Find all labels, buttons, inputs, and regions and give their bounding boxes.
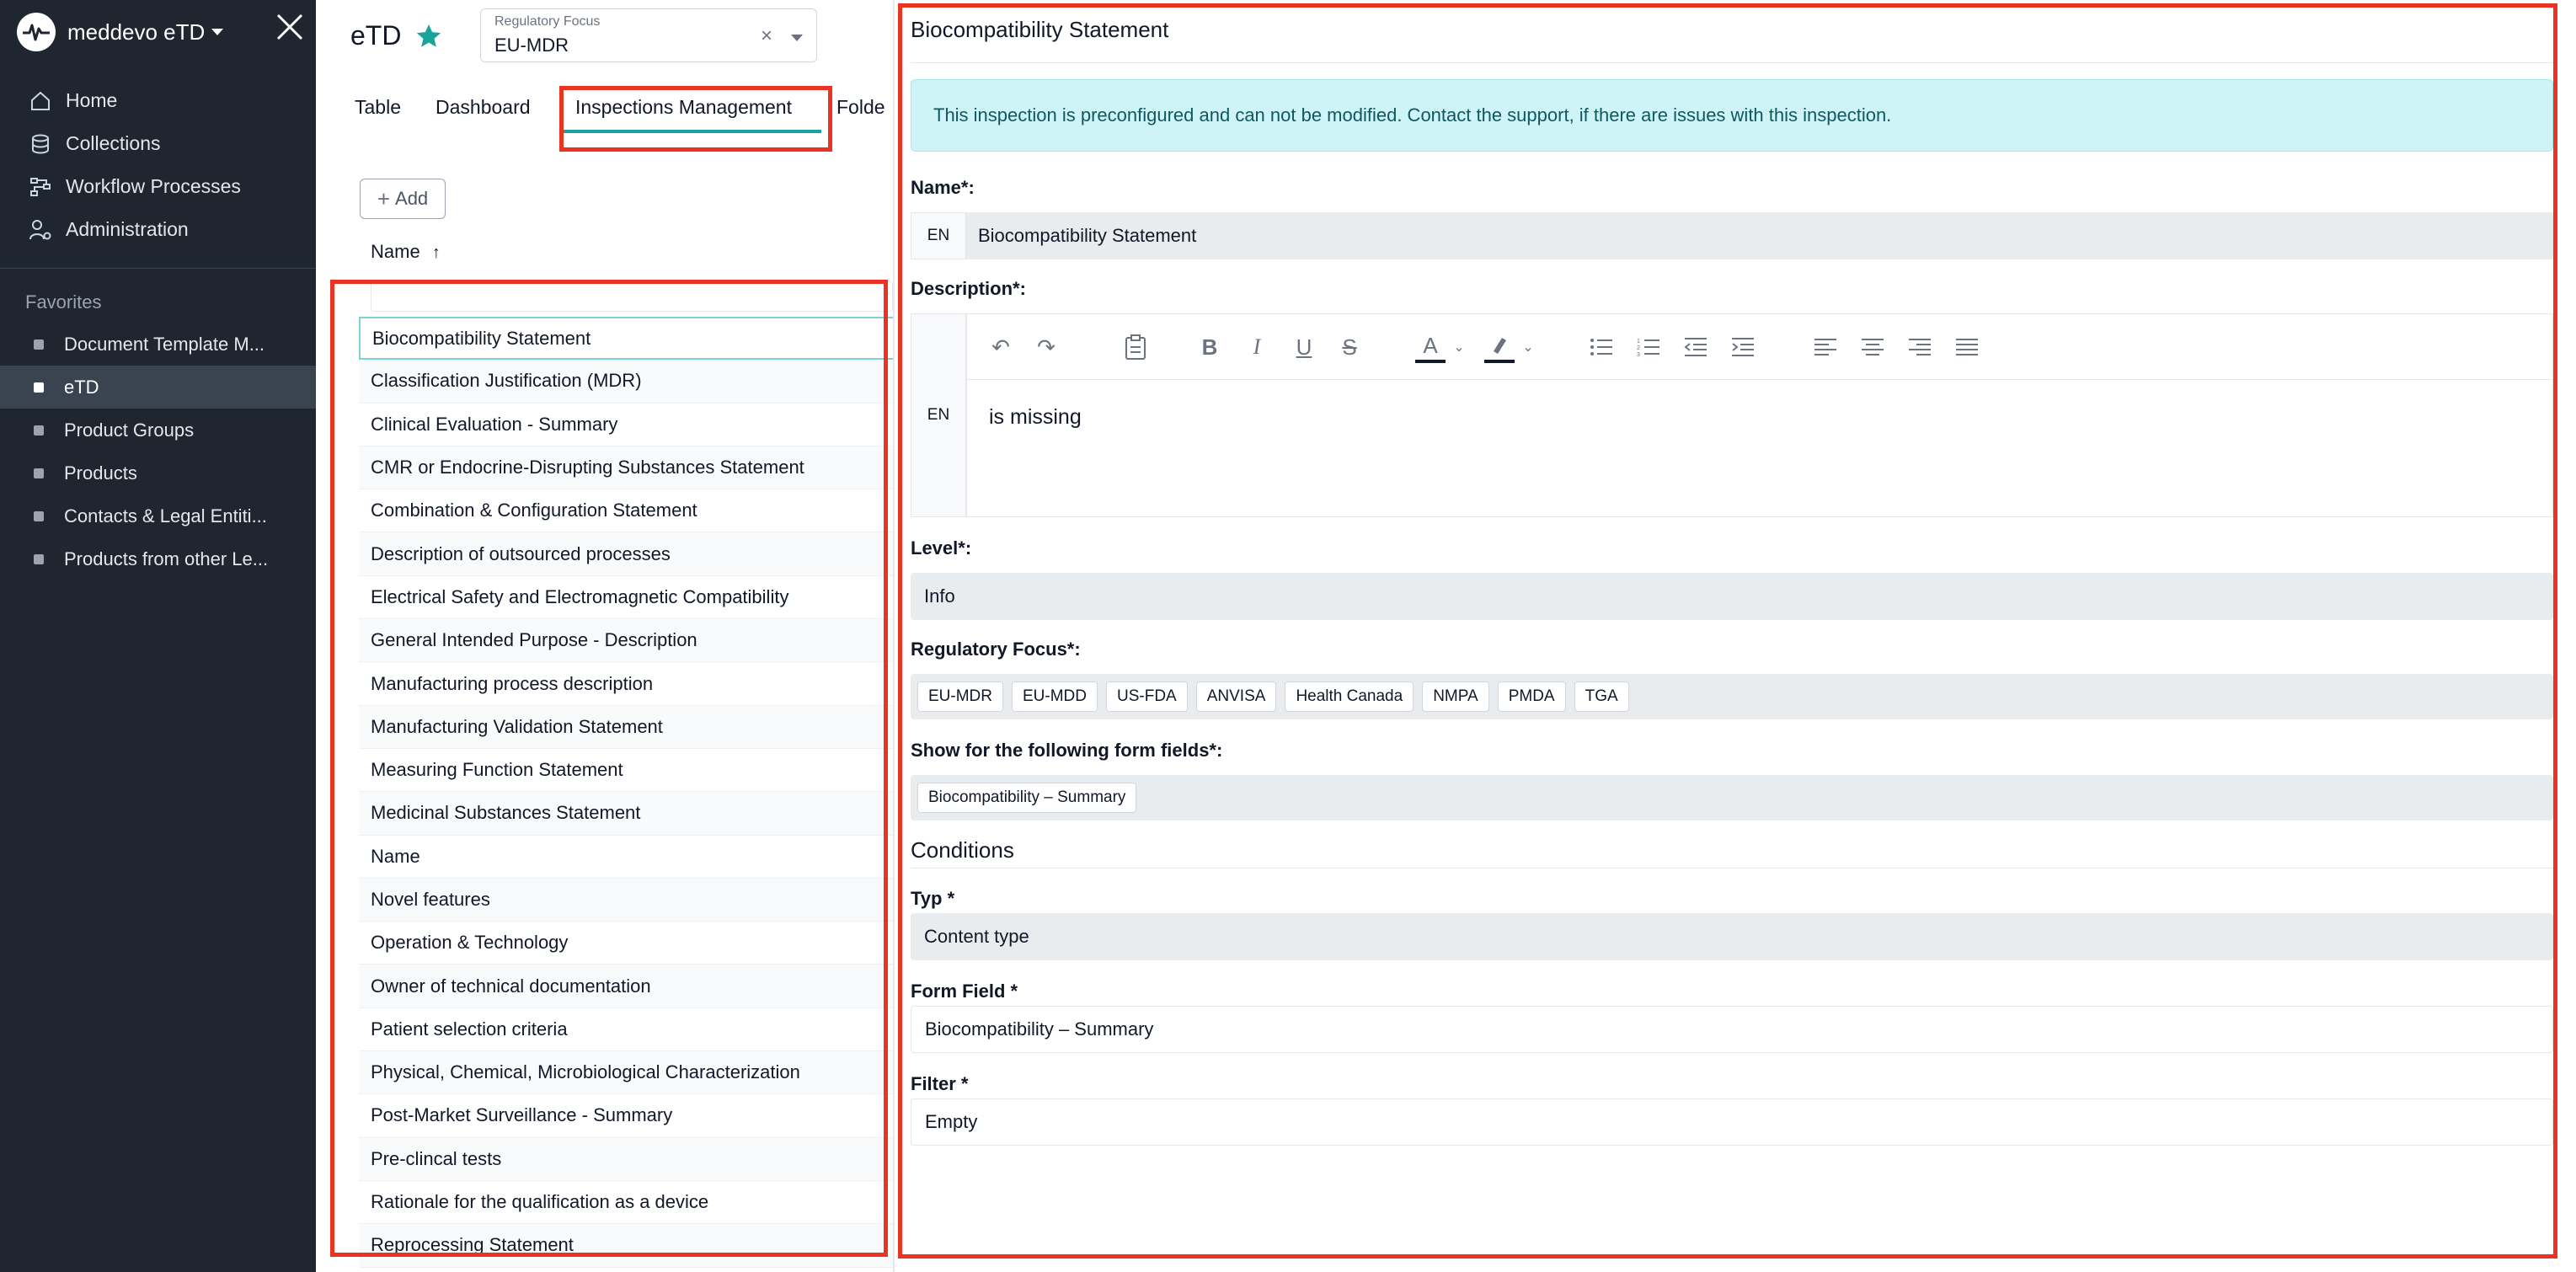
add-button[interactable]: + Add [360, 179, 446, 219]
close-icon [276, 13, 303, 40]
nav-item-collections[interactable]: Collections [0, 122, 316, 165]
favorites-title: Favorites [25, 291, 102, 313]
caret-down-icon [211, 29, 224, 35]
home-icon [27, 88, 54, 115]
meddevo-logo-icon [17, 13, 56, 51]
favorite-item[interactable]: Products from other Le... [0, 537, 316, 580]
brand-name: meddevo eTD [67, 19, 206, 45]
square-bullet-icon [34, 510, 44, 521]
square-bullet-icon [34, 382, 44, 393]
nav-label: Home [66, 89, 118, 111]
tab-dashboard[interactable]: Dashboard [422, 91, 555, 133]
favorite-item[interactable]: Products [0, 452, 316, 494]
brand-menu[interactable]: meddevo eTD [17, 8, 224, 56]
regulatory-focus-value: EU-MDR [494, 35, 569, 56]
clear-icon[interactable]: × [761, 24, 772, 48]
page-title: eTD [350, 20, 402, 51]
favorite-label: Products from other Le... [64, 548, 269, 569]
favorite-item[interactable]: Contacts & Legal Entiti... [0, 494, 316, 537]
favorite-star-button[interactable] [414, 22, 443, 51]
tab-folders[interactable]: Folde [821, 91, 897, 133]
main-nav: Home Collections Workflow Processes Admi… [0, 79, 316, 251]
favorite-item[interactable]: Product Groups [0, 409, 316, 452]
close-sidebar-button[interactable] [275, 12, 305, 42]
user-gear-icon [27, 216, 54, 243]
favorite-item[interactable]: Document Template M... [0, 323, 316, 366]
sort-ascending-icon: ↑ [431, 243, 441, 262]
list-highlight-box [330, 280, 888, 1257]
favorite-label: Product Groups [64, 419, 195, 441]
square-bullet-icon [34, 553, 44, 564]
star-icon [416, 24, 441, 47]
favorite-label: Products [64, 462, 137, 484]
plus-icon: + [377, 185, 391, 211]
sidebar: meddevo eTD Home Collections Workflow Pr… [0, 0, 316, 1272]
nav-item-workflow-processes[interactable]: Workflow Processes [0, 165, 316, 208]
sidebar-divider [0, 268, 316, 269]
square-bullet-icon [34, 339, 44, 350]
favorite-label: Contacts & Legal Entiti... [64, 505, 267, 526]
name-column-header[interactable]: Name ↑ [371, 241, 441, 263]
favorite-label: Document Template M... [64, 333, 265, 355]
detail-highlight-box [898, 3, 2557, 1259]
workflow-icon [27, 174, 54, 200]
square-bullet-icon [34, 425, 44, 436]
tab-highlight-box [559, 86, 832, 152]
nav-label: Administration [66, 218, 189, 240]
nav-item-administration[interactable]: Administration [0, 208, 316, 251]
favorite-label: eTD [64, 376, 99, 398]
favorites-list: Document Template M... eTD Product Group… [0, 323, 316, 580]
regulatory-focus-select[interactable]: Regulatory Focus EU-MDR × [480, 8, 817, 62]
chevron-down-icon[interactable] [791, 35, 803, 41]
column-header-label: Name [371, 241, 420, 262]
nav-label: Workflow Processes [66, 175, 241, 197]
favorite-item[interactable]: eTD [0, 366, 316, 409]
square-bullet-icon [34, 468, 44, 478]
database-icon [27, 131, 54, 158]
nav-item-home[interactable]: Home [0, 79, 316, 122]
regulatory-focus-label: Regulatory Focus [494, 14, 601, 29]
add-label: Add [395, 188, 429, 209]
nav-label: Collections [66, 132, 161, 154]
panel-divider [893, 0, 895, 1272]
tab-table[interactable]: Table [341, 91, 422, 133]
